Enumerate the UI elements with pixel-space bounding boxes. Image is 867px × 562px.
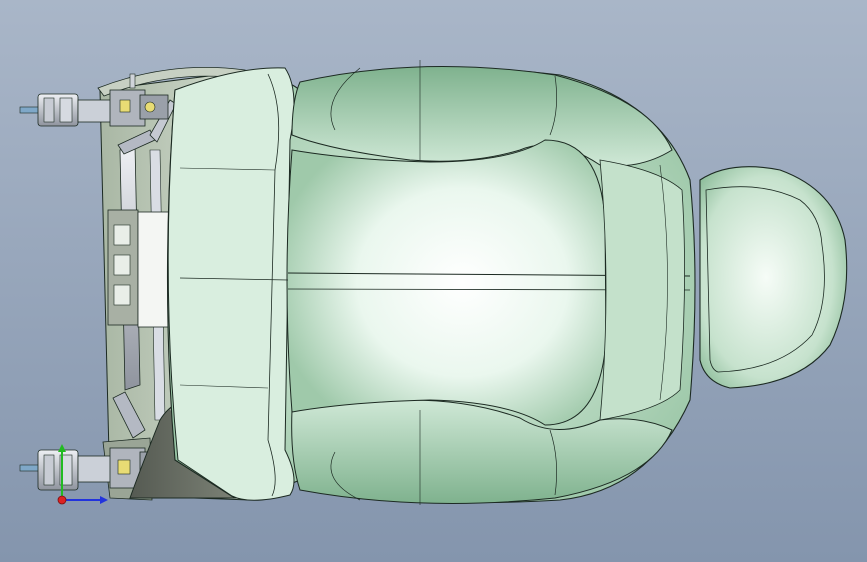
upper-side-bolster[interactable] bbox=[291, 60, 673, 167]
seat-back-side-bolster[interactable] bbox=[167, 67, 295, 501]
lumbar-support-plate[interactable] bbox=[107, 209, 177, 328]
seat-back-top-edge[interactable] bbox=[599, 159, 685, 421]
cad-graphics-area[interactable] bbox=[0, 0, 867, 562]
headrest[interactable] bbox=[699, 166, 848, 389]
seat-model-view[interactable] bbox=[0, 0, 867, 562]
